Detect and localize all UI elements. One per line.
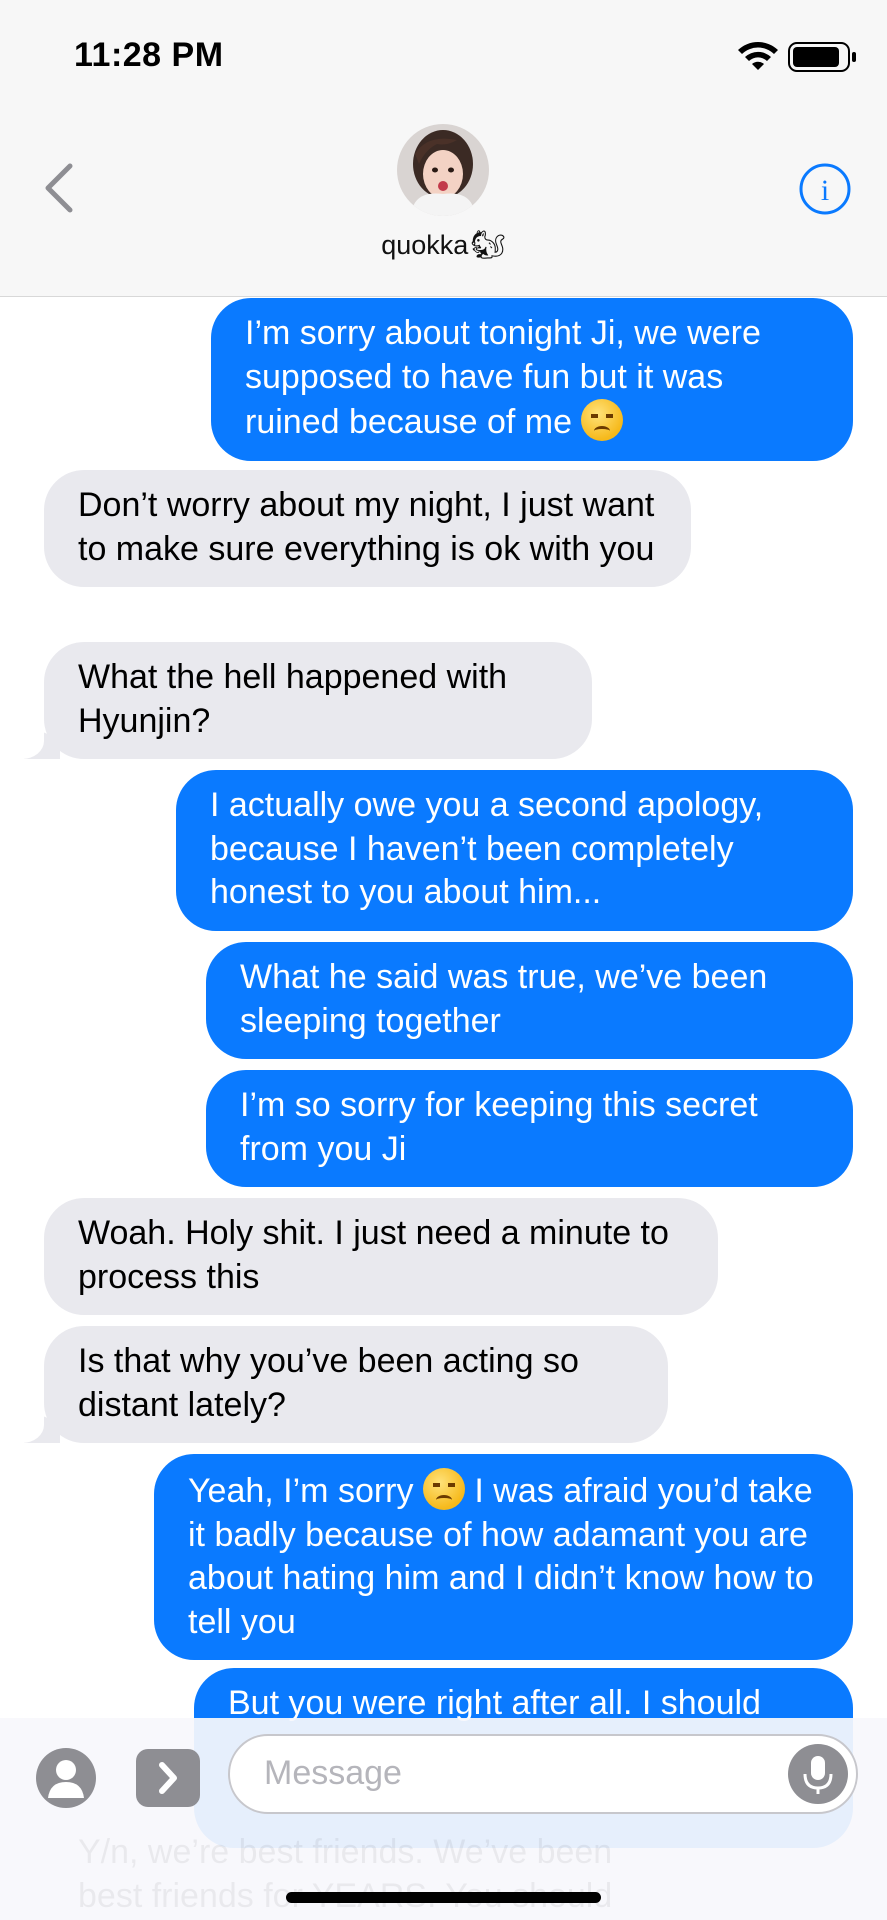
battery-icon — [788, 42, 856, 72]
message-text: Yeah, I’m sorry — [188, 1472, 414, 1510]
apps-expand-button[interactable] — [136, 1749, 200, 1807]
message-input[interactable]: Message — [228, 1734, 858, 1814]
message-text: Woah. Holy shit. I just need a minute to… — [78, 1214, 669, 1296]
contact-name[interactable]: quokka🐿 — [0, 228, 887, 261]
message-text: I actually owe you a second apology, bec… — [210, 786, 764, 911]
message-bubble-sent[interactable]: Yeah, I’m sorry I was afraid you’d take … — [154, 1454, 853, 1660]
chevron-right-icon — [159, 1762, 177, 1794]
message-bubble-received[interactable]: Is that why you’ve been acting so distan… — [10, 1326, 668, 1443]
svg-text:i: i — [821, 174, 829, 207]
contact-card-button[interactable] — [36, 1748, 96, 1808]
contact-name-text: quokka — [381, 230, 469, 260]
message-text: Don’t worry about my night, I just want … — [78, 486, 655, 568]
pensive-face-emoji — [422, 1468, 465, 1510]
message-bubble-sent[interactable]: What he said was true, we’ve been sleepi… — [206, 942, 853, 1059]
message-bubble-sent[interactable]: I’m so sorry for keeping this secret fro… — [206, 1070, 853, 1187]
message-bubble-received[interactable]: Don’t worry about my night, I just want … — [44, 470, 691, 587]
message-text: Is that why you’ve been acting so distan… — [78, 1342, 579, 1424]
microphone-icon — [803, 1756, 833, 1794]
home-indicator[interactable] — [286, 1892, 601, 1903]
dictation-button[interactable] — [788, 1744, 848, 1804]
scrolled-message-ghost: Y/n, we’re best friends. We’ve been best… — [78, 1833, 613, 1915]
message-bubble-sent[interactable]: I’m sorry about tonight Ji, we were supp… — [211, 298, 853, 461]
squirrel-emoji: 🐿 — [470, 229, 506, 260]
message-text: What the hell happened with Hyunjin? — [78, 658, 508, 740]
contact-avatar[interactable] — [397, 124, 489, 216]
message-bubble-sent[interactable]: I actually owe you a second apology, bec… — [176, 770, 853, 931]
info-icon[interactable]: i — [798, 162, 852, 216]
wifi-icon — [738, 42, 778, 70]
message-text: But you were right after all. I should — [228, 1684, 761, 1722]
message-text: I’m so sorry for keeping this secret fro… — [240, 1086, 758, 1168]
message-text: What he said was true, we’ve been sleepi… — [240, 958, 768, 1040]
message-bubble-received[interactable]: What the hell happened with Hyunjin? — [10, 642, 592, 759]
person-icon — [48, 1760, 84, 1798]
message-text: I’m sorry about tonight Ji, we were supp… — [245, 314, 761, 441]
message-bubble-received[interactable]: Woah. Holy shit. I just need a minute to… — [44, 1198, 718, 1315]
disappointed-face-emoji — [581, 399, 624, 441]
conversation-header: 11:28 PM quokka🐿 i — [0, 0, 887, 297]
back-chevron-icon[interactable] — [40, 160, 80, 216]
status-time: 11:28 PM — [74, 36, 224, 74]
message-placeholder: Message — [264, 1754, 402, 1792]
